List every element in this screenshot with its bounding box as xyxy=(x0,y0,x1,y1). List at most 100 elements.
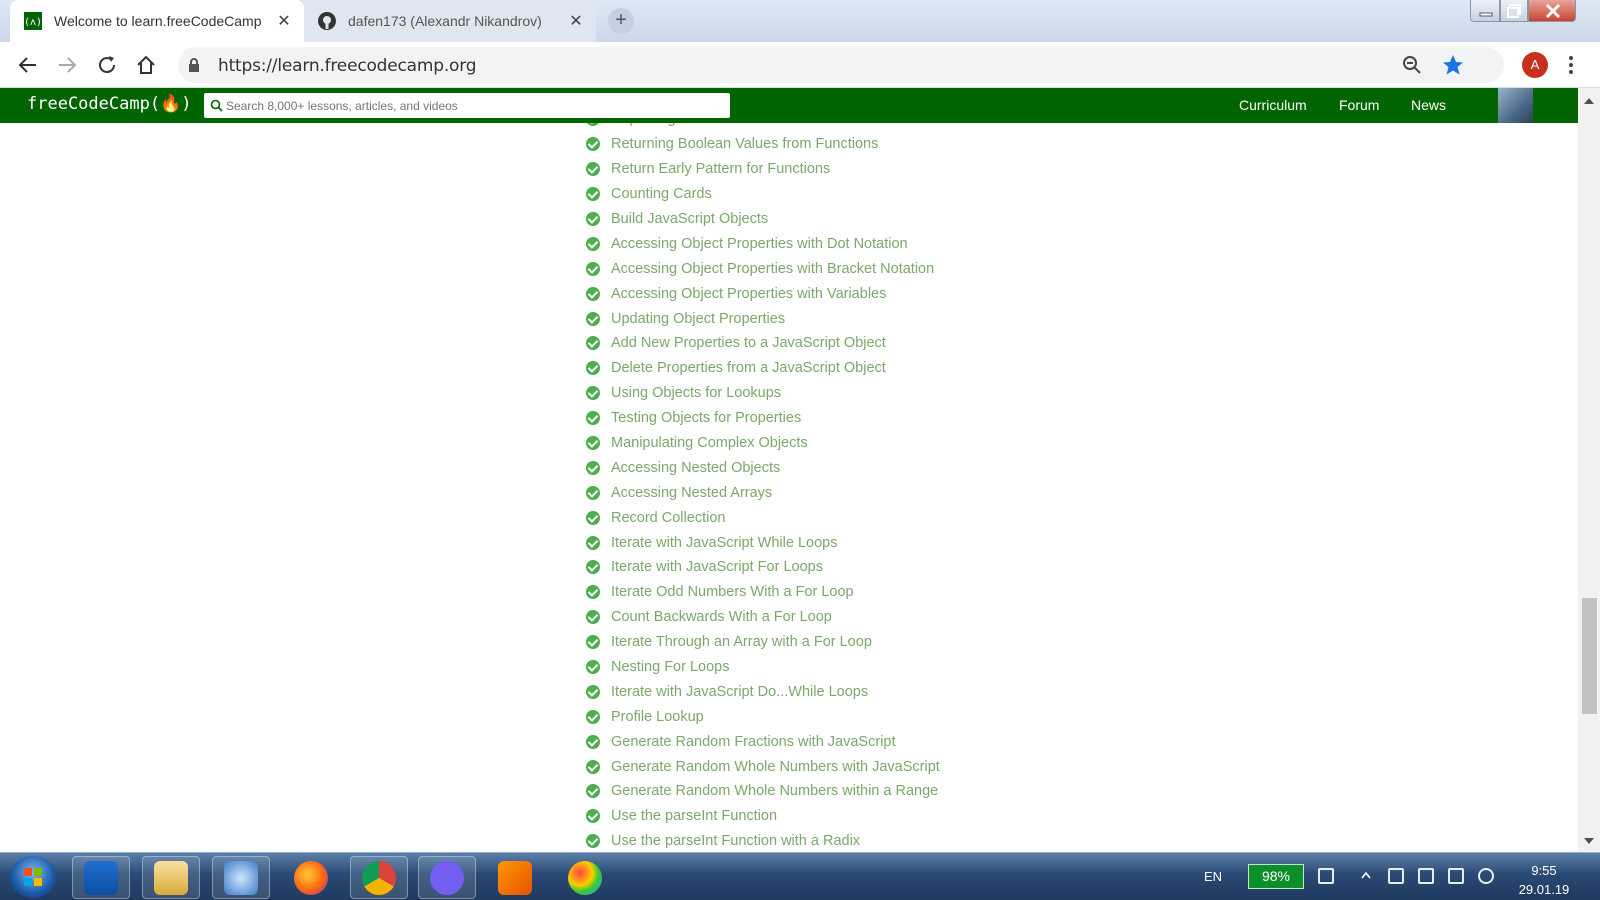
tab-github[interactable]: dafen173 (Alexandr Nikandrov) ✕ xyxy=(304,0,596,42)
lesson-item[interactable]: Generate Random Whole Numbers with JavaS… xyxy=(586,754,940,779)
lesson-link[interactable]: Testing Objects for Properties xyxy=(611,410,801,426)
fcc-logo[interactable]: freeCodeCamp(🔥) xyxy=(27,94,191,114)
user-avatar[interactable] xyxy=(1498,88,1533,123)
lesson-link[interactable]: Accessing Nested Objects xyxy=(611,460,780,476)
lesson-item[interactable]: Updating Object Properties xyxy=(586,306,940,331)
taskbar-explorer[interactable] xyxy=(142,856,200,899)
lesson-link[interactable]: Using Objects for Lookups xyxy=(611,385,781,401)
lesson-link[interactable]: Use the parseInt Function with a Radix xyxy=(611,833,860,849)
restore-window-button[interactable] xyxy=(1500,0,1528,22)
lesson-item[interactable]: Returning Boolean Values from Functions xyxy=(586,132,940,157)
scroll-thumb[interactable] xyxy=(1582,598,1597,714)
lesson-link[interactable]: Build JavaScript Objects xyxy=(611,211,768,227)
lesson-item[interactable]: Use the parseInt Function with a Radix xyxy=(586,829,940,852)
lesson-link[interactable]: Accessing Object Properties with Variabl… xyxy=(611,286,886,302)
page-scrollbar[interactable] xyxy=(1578,88,1600,852)
taskbar-outlook[interactable] xyxy=(72,856,130,899)
lesson-item[interactable]: Replacing If Else Chains with Switch xyxy=(586,123,940,132)
lesson-link[interactable]: Manipulating Complex Objects xyxy=(611,435,808,451)
lesson-link[interactable]: Add New Properties to a JavaScript Objec… xyxy=(611,335,886,351)
lesson-link[interactable]: Count Backwards With a For Loop xyxy=(611,609,832,625)
lesson-link[interactable]: Generate Random Whole Numbers within a R… xyxy=(611,783,938,799)
address-bar[interactable]: https://learn.freecodecamp.org xyxy=(178,47,1504,83)
lesson-item[interactable]: Testing Objects for Properties xyxy=(586,406,940,431)
search-box[interactable] xyxy=(204,93,730,118)
lesson-item[interactable]: Iterate Through an Array with a For Loop xyxy=(586,630,940,655)
lesson-item[interactable]: Accessing Object Properties with Variabl… xyxy=(586,281,940,306)
lesson-link[interactable]: Iterate Odd Numbers With a For Loop xyxy=(611,584,854,600)
close-tab-icon[interactable]: ✕ xyxy=(564,11,588,31)
lesson-item[interactable]: Counting Cards xyxy=(586,182,940,207)
taskbar-sublime[interactable] xyxy=(486,856,544,899)
lesson-link[interactable]: Return Early Pattern for Functions xyxy=(611,161,830,177)
power-plug-icon[interactable] xyxy=(1318,868,1334,884)
lesson-link[interactable]: Iterate with JavaScript Do...While Loops xyxy=(611,684,868,700)
lesson-link[interactable]: Profile Lookup xyxy=(611,709,704,725)
taskbar-viber[interactable] xyxy=(418,856,476,899)
scroll-down-arrow-icon[interactable] xyxy=(1584,838,1594,844)
new-tab-button[interactable]: + xyxy=(608,8,634,34)
reload-icon[interactable] xyxy=(95,53,119,77)
lesson-item[interactable]: Iterate with JavaScript Do...While Loops xyxy=(586,679,940,704)
lesson-item[interactable]: Using Objects for Lookups xyxy=(586,381,940,406)
search-input[interactable] xyxy=(226,95,722,116)
lesson-item[interactable]: Add New Properties to a JavaScript Objec… xyxy=(586,331,940,356)
network-icon[interactable] xyxy=(1448,868,1464,884)
tab-freecodecamp[interactable]: (ʌ) Welcome to learn.freeCodeCamp ✕ xyxy=(10,0,304,42)
forward-icon[interactable] xyxy=(55,53,79,77)
lesson-link[interactable]: Updating Object Properties xyxy=(611,311,785,327)
lesson-item[interactable]: Accessing Nested Arrays xyxy=(586,480,940,505)
lesson-item[interactable]: Profile Lookup xyxy=(586,704,940,729)
lesson-item[interactable]: Nesting For Loops xyxy=(586,655,940,680)
lesson-item[interactable]: Return Early Pattern for Functions xyxy=(586,157,940,182)
action-center-flag-icon[interactable] xyxy=(1388,868,1404,884)
lesson-link[interactable]: Nesting For Loops xyxy=(611,659,729,675)
lesson-item[interactable]: Delete Properties from a JavaScript Obje… xyxy=(586,356,940,381)
lesson-item[interactable]: Iterate with JavaScript While Loops xyxy=(586,530,940,555)
taskbar-chrome[interactable] xyxy=(350,856,408,899)
zoom-icon[interactable] xyxy=(1402,55,1422,75)
lesson-item[interactable]: Generate Random Whole Numbers within a R… xyxy=(586,779,940,804)
lesson-link[interactable]: Generate Random Fractions with JavaScrip… xyxy=(611,734,896,750)
show-hidden-icons-icon[interactable] xyxy=(1361,871,1371,879)
lesson-item[interactable]: Iterate with JavaScript For Loops xyxy=(586,555,940,580)
scroll-up-arrow-icon[interactable] xyxy=(1584,98,1594,104)
language-indicator[interactable]: EN xyxy=(1204,869,1222,884)
taskbar-firefox[interactable] xyxy=(282,856,340,899)
lesson-link[interactable]: Accessing Object Properties with Dot Not… xyxy=(611,236,908,252)
profile-avatar[interactable]: A xyxy=(1522,52,1548,78)
lesson-link[interactable]: Counting Cards xyxy=(611,186,712,202)
lesson-link[interactable]: Accessing Object Properties with Bracket… xyxy=(611,261,934,277)
home-icon[interactable] xyxy=(134,53,158,77)
lesson-link[interactable]: Record Collection xyxy=(611,510,725,526)
lesson-item[interactable]: Record Collection xyxy=(586,505,940,530)
minimize-window-button[interactable] xyxy=(1470,0,1500,22)
volume-muted-icon[interactable] xyxy=(1478,868,1494,884)
lesson-item[interactable]: Accessing Nested Objects xyxy=(586,455,940,480)
back-icon[interactable] xyxy=(16,53,40,77)
lesson-item[interactable]: Manipulating Complex Objects xyxy=(586,431,940,456)
lesson-item[interactable]: Accessing Object Properties with Bracket… xyxy=(586,256,940,281)
system-clock[interactable]: 9:55 29.01.19 xyxy=(1502,861,1586,899)
lesson-link[interactable]: Iterate with JavaScript For Loops xyxy=(611,559,823,575)
lesson-link[interactable]: Delete Properties from a JavaScript Obje… xyxy=(611,360,886,376)
taskbar-search-tool[interactable] xyxy=(212,856,270,899)
lesson-item[interactable]: Generate Random Fractions with JavaScrip… xyxy=(586,729,940,754)
nav-forum-link[interactable]: Forum xyxy=(1339,97,1379,113)
lesson-link[interactable]: Use the parseInt Function xyxy=(611,808,777,824)
nav-curriculum-link[interactable]: Curriculum xyxy=(1239,97,1307,113)
lesson-link[interactable]: Returning Boolean Values from Functions xyxy=(611,136,878,152)
close-tab-icon[interactable]: ✕ xyxy=(272,11,296,31)
lesson-item[interactable]: Iterate Odd Numbers With a For Loop xyxy=(586,580,940,605)
taskbar-paint[interactable] xyxy=(556,856,614,899)
nav-news-link[interactable]: News xyxy=(1411,97,1446,113)
lesson-link[interactable]: Iterate with JavaScript While Loops xyxy=(611,535,837,551)
battery-indicator[interactable]: 98% xyxy=(1248,864,1304,889)
url-text[interactable]: https://learn.freecodecamp.org xyxy=(218,56,477,76)
safely-remove-icon[interactable] xyxy=(1418,868,1434,884)
lesson-item[interactable]: Build JavaScript Objects xyxy=(586,207,940,232)
lesson-link[interactable]: Replacing If Else Chains with Switch xyxy=(611,123,846,127)
lesson-link[interactable]: Iterate Through an Array with a For Loop xyxy=(611,634,872,650)
lesson-item[interactable]: Count Backwards With a For Loop xyxy=(586,605,940,630)
lesson-link[interactable]: Accessing Nested Arrays xyxy=(611,485,772,501)
